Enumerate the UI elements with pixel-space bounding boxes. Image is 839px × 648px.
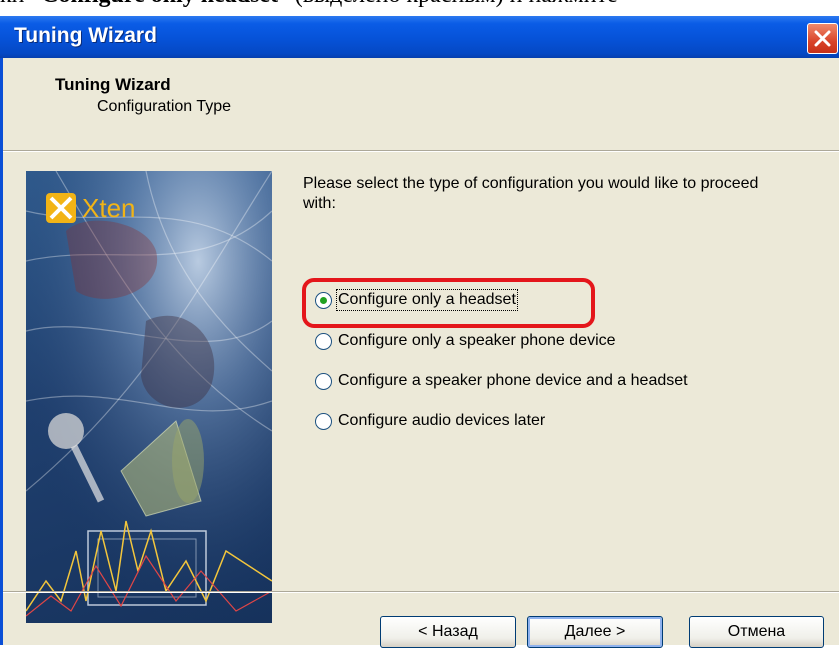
caption-prefix: кн “: [0, 0, 41, 8]
selection-prompt: Please select the type of configuration …: [303, 175, 759, 212]
xten-logo-text: Xten: [82, 193, 136, 223]
radio-speaker-phone-only[interactable]: [315, 332, 332, 350]
wizard-header: Tuning Wizard Configuration Type: [3, 58, 839, 152]
option-speaker-and-headset[interactable]: Configure a speaker phone device and a h…: [315, 367, 688, 395]
option-configure-later[interactable]: Configure audio devices later: [315, 407, 545, 435]
caption-suffix: ” (выделено красным) и нажмите: [278, 0, 618, 8]
close-button[interactable]: [807, 23, 838, 54]
wizard-side-image: Xten: [26, 171, 272, 623]
window-title: Tuning Wizard: [14, 24, 157, 47]
caption-bold: Configure only headset: [41, 0, 278, 8]
radio-configure-later[interactable]: [315, 412, 332, 430]
header-subtitle: Configuration Type: [97, 98, 232, 115]
cancel-button[interactable]: Отмена: [689, 616, 824, 648]
document-caption: кн “Configure only headset” (выделено кр…: [0, 0, 839, 16]
title-bar[interactable]: Tuning Wizard: [0, 16, 839, 58]
footer-divider: [3, 591, 839, 593]
option-label: Configure a speaker phone device and a h…: [338, 372, 688, 389]
xten-artwork: [26, 171, 272, 623]
option-speaker-phone-only[interactable]: Configure only a speaker phone device: [315, 327, 616, 355]
next-button[interactable]: Далее >: [527, 616, 663, 648]
header-title: Tuning Wizard: [55, 75, 171, 94]
red-highlight-box: [302, 278, 595, 328]
back-button[interactable]: < Назад: [380, 616, 516, 648]
tuning-wizard-window: Tuning Wizard Tuning Wizard Configuratio…: [0, 16, 839, 648]
option-label: Configure audio devices later: [338, 412, 546, 429]
close-icon: [814, 30, 831, 47]
option-label: Configure only a speaker phone device: [338, 332, 616, 349]
radio-speaker-and-headset[interactable]: [315, 372, 332, 390]
